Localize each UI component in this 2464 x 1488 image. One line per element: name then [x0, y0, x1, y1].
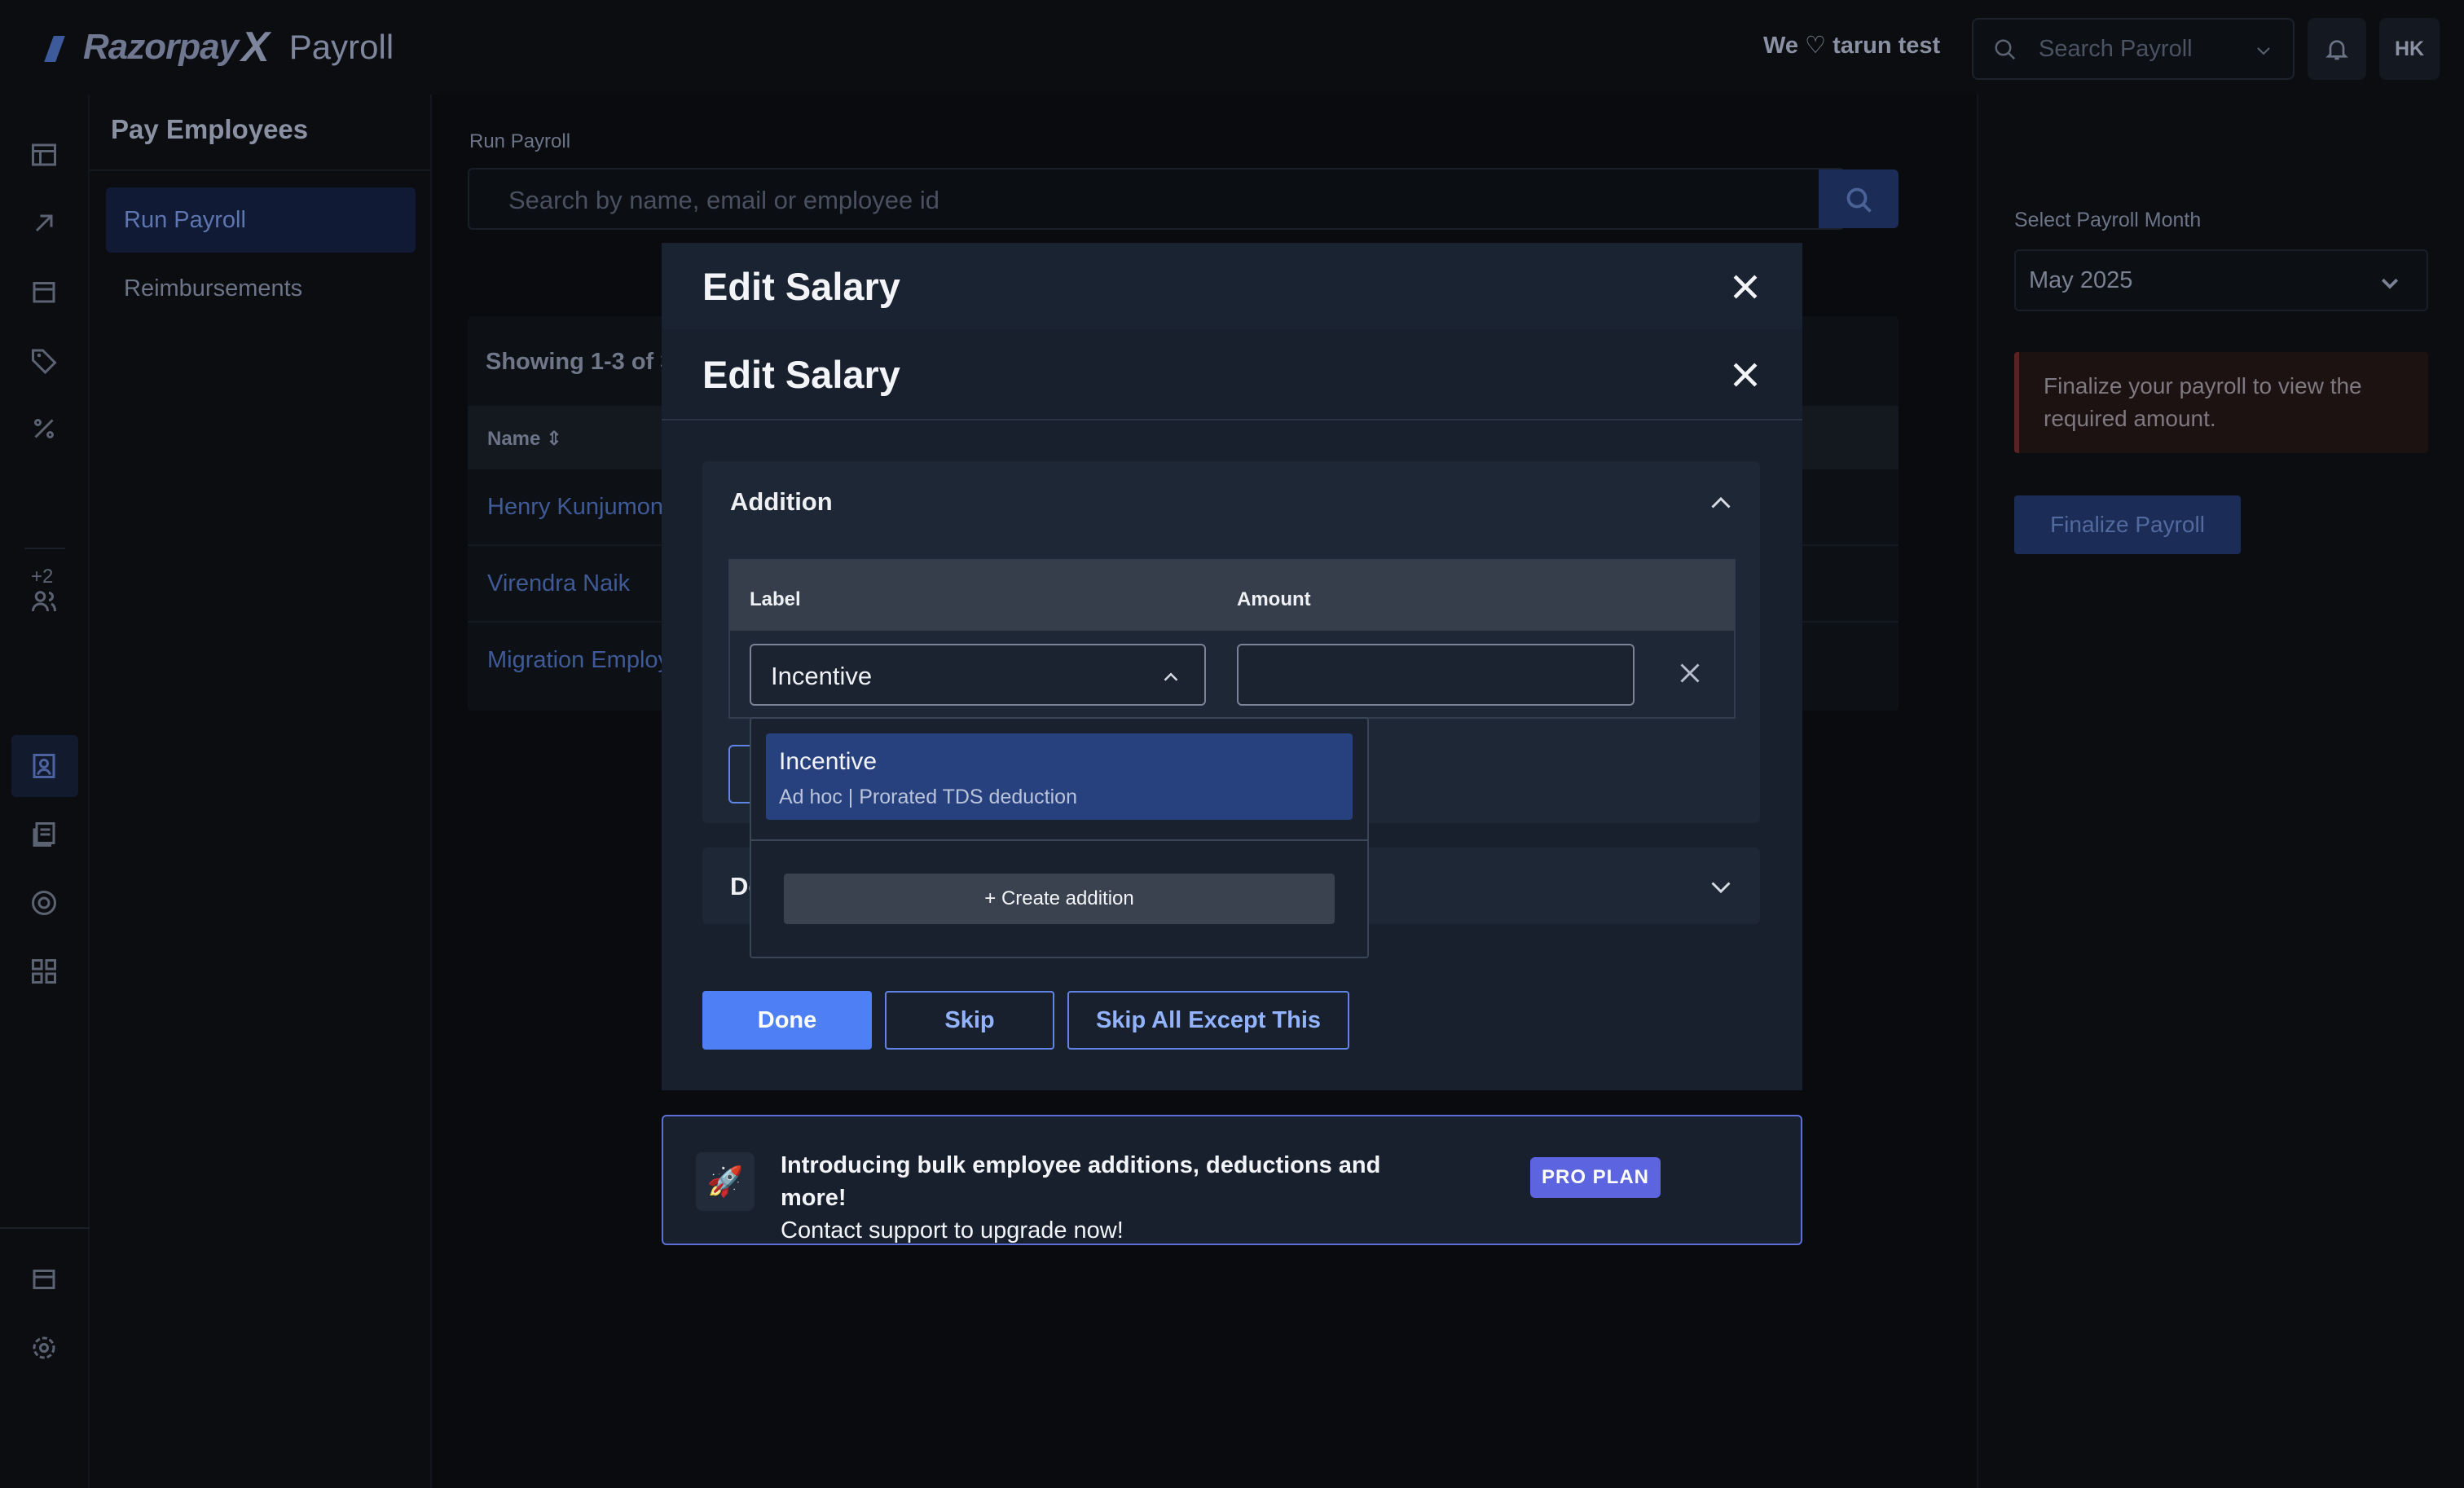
support-icon[interactable]	[29, 888, 59, 918]
search-icon	[1846, 187, 1872, 213]
more-apps-count[interactable]: +2	[31, 566, 53, 588]
skip-button[interactable]: Skip	[885, 991, 1054, 1050]
rail-divider	[24, 548, 65, 549]
done-button[interactable]: Done	[702, 991, 872, 1050]
employee-search-input[interactable]: Search by name, email or employee id	[468, 168, 1845, 230]
chevron-up-icon[interactable]	[1706, 489, 1736, 518]
store-icon[interactable]	[29, 1265, 59, 1294]
create-addition-button[interactable]: + Create addition	[784, 874, 1335, 924]
apps-grid-icon[interactable]	[29, 957, 59, 986]
arrow-up-right-icon[interactable]	[29, 209, 59, 238]
addition-label-value: Incentive	[771, 662, 873, 690]
app-logo[interactable]: Razorpay X Payroll	[44, 23, 394, 72]
rail-bottom-divider	[0, 1227, 90, 1229]
icon-rail: +2	[0, 95, 90, 1488]
payroll-icon[interactable]	[29, 751, 59, 781]
dropdown-option-incentive[interactable]: Incentive Ad hoc | Prorated TDS deductio…	[766, 733, 1353, 820]
search-icon	[1995, 39, 2016, 60]
chevron-up-icon	[1164, 672, 1178, 681]
chevron-down-icon	[2381, 278, 2399, 289]
addition-table: Label Amount Incentive	[728, 559, 1736, 719]
column-header-name[interactable]: Name ⇕	[487, 427, 562, 451]
calendar-icon[interactable]	[29, 277, 59, 306]
column-header-name-text: Name	[487, 428, 541, 450]
tag-icon[interactable]	[29, 346, 59, 375]
addition-amount-input[interactable]	[1237, 644, 1635, 706]
sub-navigation: Pay Employees Run Payroll Reimbursements	[90, 95, 432, 1488]
subnav-divider	[90, 169, 430, 171]
top-bar: Razorpay X Payroll We ♡ tarun test Searc…	[0, 0, 2464, 95]
welcome-text: We ♡ tarun test	[1763, 33, 1941, 59]
promo-banner: 🚀 Introducing bulk employee additions, d…	[662, 1115, 1802, 1245]
logo-brand-x: X	[241, 24, 270, 71]
option-title: Incentive	[779, 748, 878, 775]
logo-product-text: Payroll	[288, 28, 394, 66]
employee-name-link[interactable]: Henry Kunjumon	[487, 494, 663, 521]
close-icon[interactable]	[1727, 269, 1763, 305]
promo-headline: Introducing bulk employee additions, ded…	[781, 1152, 1381, 1211]
promo-subline: Contact support to upgrade now!	[781, 1217, 1124, 1244]
modal-title: Edit Salary	[702, 353, 900, 396]
table-caption: Showing 1-3 of 3	[486, 349, 674, 375]
global-search-placeholder: Search Payroll	[2039, 36, 2193, 62]
employee-name-link[interactable]: Virendra Naik	[487, 570, 630, 597]
percent-icon[interactable]	[29, 414, 59, 443]
payroll-month-select[interactable]: May 2025	[2014, 249, 2428, 311]
chevron-down-icon[interactable]	[1706, 872, 1736, 901]
subnav-item-reimbursements[interactable]: Reimbursements	[106, 256, 416, 321]
payroll-month-value: May 2025	[2029, 267, 2133, 293]
skip-all-except-this-button[interactable]: Skip All Except This	[1067, 991, 1349, 1050]
column-header-amount: Amount	[1237, 588, 1311, 610]
edit-salary-modal-back: Edit Salary	[662, 243, 1802, 336]
pro-plan-badge: PRO PLAN	[1530, 1157, 1661, 1198]
finalize-warning-text: Finalize your payroll to view the requir…	[2044, 373, 2362, 431]
option-subtitle: Ad hoc | Prorated TDS deduction	[779, 786, 1077, 808]
right-panel: Select Payroll Month May 2025 Finalize y…	[1977, 95, 2464, 1488]
payroll-month-label: Select Payroll Month	[2014, 209, 2202, 231]
addition-label-select[interactable]: Incentive	[750, 644, 1206, 706]
user-avatar[interactable]: HK	[2379, 18, 2440, 80]
chevron-down-icon	[2257, 47, 2270, 55]
employee-search-button[interactable]	[1819, 169, 1899, 228]
finalize-warning: Finalize your payroll to view the requir…	[2014, 352, 2428, 453]
gear-icon[interactable]	[29, 1333, 59, 1363]
bell-icon	[2325, 40, 2348, 60]
global-search[interactable]: Search Payroll	[1972, 18, 2295, 80]
dropdown-divider	[751, 839, 1367, 841]
close-icon[interactable]	[1727, 357, 1763, 393]
rocket-icon: 🚀	[696, 1152, 755, 1211]
addition-label-dropdown: Incentive Ad hoc | Prorated TDS deductio…	[750, 717, 1369, 958]
reports-icon[interactable]	[29, 820, 59, 849]
run-payroll-label: Run Payroll	[469, 130, 571, 152]
edit-salary-modal: Edit Salary Addition Label Amount Incent…	[662, 329, 1802, 1090]
remove-row-icon[interactable]	[1675, 658, 1705, 688]
column-header-label: Label	[750, 588, 801, 610]
finalize-payroll-button[interactable]: Finalize Payroll	[2014, 495, 2241, 554]
subnav-title: Pay Employees	[111, 114, 309, 144]
people-icon[interactable]	[29, 587, 59, 616]
modal-header-divider	[662, 419, 1802, 420]
logo-brand-text: Razorpay	[83, 27, 239, 67]
modal-back-title: Edit Salary	[702, 265, 900, 308]
dashboard-icon[interactable]	[29, 140, 59, 169]
razorpay-logo-icon	[44, 31, 72, 64]
addition-table-header: Label Amount	[730, 561, 1734, 631]
employee-search-placeholder: Search by name, email or employee id	[508, 186, 939, 214]
addition-accordion-title[interactable]: Addition	[730, 487, 833, 517]
subnav-item-run-payroll[interactable]: Run Payroll	[106, 187, 416, 253]
promo-text: Introducing bulk employee additions, ded…	[781, 1149, 1400, 1247]
notifications-button[interactable]	[2308, 18, 2366, 80]
